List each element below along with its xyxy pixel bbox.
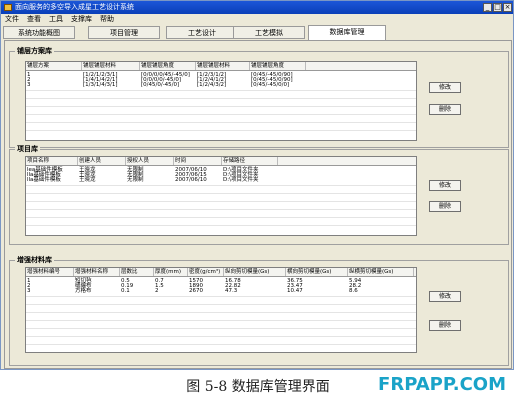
column-header[interactable]: 铺层铺层角度 bbox=[140, 62, 196, 70]
grid-line bbox=[26, 312, 416, 313]
grid-line bbox=[26, 114, 416, 115]
tab-project-management[interactable]: 项目管理 bbox=[88, 26, 160, 39]
material-table-header: 增强材料编号 增强材料名称 层数比 厚度(mm) 密度(g/cm³) 纵向剪切模… bbox=[26, 268, 416, 277]
material-delete-button[interactable]: 删除 bbox=[429, 320, 461, 331]
table-cell: 2 bbox=[155, 288, 159, 294]
grid-line bbox=[26, 217, 416, 218]
grid-line bbox=[26, 209, 416, 210]
table-cell: 2670 bbox=[189, 288, 203, 294]
menu-help[interactable]: 帮助 bbox=[100, 15, 114, 23]
column-header[interactable]: 密度(g/cm³) bbox=[188, 268, 224, 276]
close-button[interactable]: × bbox=[503, 3, 512, 12]
layup-table-header: 铺层方案 铺层铺层材料 铺层铺层角度 铺层铺层材料 铺层铺层角度 bbox=[26, 62, 416, 71]
table-row[interactable]: 3 [1/3/1/4/3/1] [0/45/0/-45/0] [1/2/4/3/… bbox=[26, 81, 416, 89]
project-group-title: 项目库 bbox=[15, 144, 40, 154]
menu-bar: 文件 查看 工具 支撑库 帮助 bbox=[1, 14, 513, 25]
minimize-button[interactable]: _ bbox=[483, 3, 492, 12]
grid-line bbox=[26, 328, 416, 329]
material-group-title: 增强材料库 bbox=[15, 255, 54, 265]
tab-process-design[interactable]: 工艺设计 bbox=[166, 26, 238, 39]
menu-file[interactable]: 文件 bbox=[5, 15, 19, 23]
column-header[interactable]: 铺层铺层材料 bbox=[196, 62, 250, 70]
column-header[interactable]: 铺层铺层角度 bbox=[250, 62, 306, 70]
table-cell: [0/45/0/-45/0] bbox=[141, 82, 180, 88]
column-header[interactable]: 厚度(mm) bbox=[154, 268, 188, 276]
grid-line bbox=[26, 90, 416, 91]
watermark: FRPAPP.COM bbox=[378, 374, 506, 395]
project-table[interactable]: 项目名称 创建人员 授权人员 时间 存储路径 lea基础件模板 王晓龙 无限制 … bbox=[25, 156, 417, 236]
grid-line bbox=[26, 122, 416, 123]
window-title: 面向服务的多空导入成星工艺设计系统 bbox=[15, 3, 134, 11]
grid-line bbox=[26, 98, 416, 99]
layup-delete-button[interactable]: 删除 bbox=[429, 104, 461, 115]
grid-line bbox=[26, 344, 416, 345]
table-cell: lla基础件模板 bbox=[27, 177, 61, 183]
table-cell: 方格布 bbox=[75, 288, 92, 294]
table-cell: [1/2/4/3/2] bbox=[197, 82, 227, 88]
table-cell: D:\项目文件夹 bbox=[223, 177, 259, 183]
column-header[interactable]: 横向剪切模量(Gs) bbox=[286, 268, 348, 276]
table-cell: 3 bbox=[27, 82, 31, 88]
menu-tools[interactable]: 工具 bbox=[49, 15, 63, 23]
layup-edit-button[interactable]: 修改 bbox=[429, 82, 461, 93]
table-cell: 0.1 bbox=[121, 288, 130, 294]
menu-view[interactable]: 查看 bbox=[27, 15, 41, 23]
table-cell: 王晓龙 bbox=[79, 177, 96, 183]
project-delete-button[interactable]: 删除 bbox=[429, 201, 461, 212]
title-bar: 面向服务的多空导入成星工艺设计系统 _ □ × bbox=[1, 1, 513, 14]
grid-line bbox=[26, 193, 416, 194]
table-cell: 2007/06/10 bbox=[175, 177, 207, 183]
grid-line bbox=[26, 185, 416, 186]
menu-support-library[interactable]: 支撑库 bbox=[71, 15, 92, 23]
table-row[interactable]: 3 方格布 0.1 2 2670 47.3 10.47 8.6 bbox=[26, 287, 416, 295]
column-header[interactable]: 项目名称 bbox=[26, 157, 78, 165]
column-header[interactable]: 层数比 bbox=[120, 268, 154, 276]
grid-line bbox=[26, 225, 416, 226]
table-cell: 3 bbox=[27, 288, 31, 294]
app-window: 面向服务的多空导入成星工艺设计系统 _ □ × 文件 查看 工具 支撑库 帮助 系统功能… bbox=[0, 0, 514, 370]
grid-line bbox=[26, 320, 416, 321]
grid-line bbox=[26, 296, 416, 297]
column-header[interactable]: 铺层铺层材料 bbox=[82, 62, 140, 70]
tab-database-management[interactable]: 数据库管理 bbox=[308, 25, 386, 40]
material-table[interactable]: 增强材料编号 增强材料名称 层数比 厚度(mm) 密度(g/cm³) 纵向剪切模… bbox=[25, 267, 417, 353]
grid-line bbox=[26, 106, 416, 107]
table-cell: 47.3 bbox=[225, 288, 238, 294]
column-header[interactable]: 创建人员 bbox=[78, 157, 126, 165]
table-cell: 8.6 bbox=[349, 288, 358, 294]
grid-line bbox=[26, 304, 416, 305]
layup-group-title: 铺层方案库 bbox=[15, 46, 54, 56]
table-cell: [1/3/1/4/3/1] bbox=[83, 82, 118, 88]
table-cell: 10.47 bbox=[287, 288, 303, 294]
tab-process-simulation[interactable]: 工艺模拟 bbox=[233, 26, 305, 39]
table-row[interactable]: lla基础件模板 王晓龙 无限制 2007/06/10 D:\项目文件夹 bbox=[26, 176, 416, 184]
column-header[interactable]: 授权人员 bbox=[126, 157, 174, 165]
project-edit-button[interactable]: 修改 bbox=[429, 180, 461, 191]
tab-strip: 系统功能概图 项目管理 工艺设计 工艺模拟 数据库管理 bbox=[3, 25, 513, 40]
column-header[interactable]: 存储路径 bbox=[222, 157, 278, 165]
column-header[interactable]: 铺层方案 bbox=[26, 62, 82, 70]
grid-line bbox=[26, 201, 416, 202]
app-icon bbox=[4, 4, 12, 11]
table-cell: 无限制 bbox=[127, 177, 144, 183]
database-panel: 铺层方案库 铺层方案 铺层铺层材料 铺层铺层角度 铺层铺层材料 铺层铺层角度 1… bbox=[4, 40, 512, 369]
column-header[interactable]: 纵向剪切模量(Gs) bbox=[224, 268, 286, 276]
column-header[interactable]: 增强材料名称 bbox=[74, 268, 120, 276]
project-table-header: 项目名称 创建人员 授权人员 时间 存储路径 bbox=[26, 157, 416, 166]
column-header[interactable]: 增强材料编号 bbox=[26, 268, 74, 276]
layup-table[interactable]: 铺层方案 铺层铺层材料 铺层铺层角度 铺层铺层材料 铺层铺层角度 1 [1/2/… bbox=[25, 61, 417, 141]
tab-system-overview[interactable]: 系统功能概图 bbox=[3, 26, 75, 39]
column-header[interactable]: 纵横剪切模量(Gs) bbox=[348, 268, 414, 276]
table-cell: [0/45/-45/0/0] bbox=[251, 82, 290, 88]
column-header[interactable]: 时间 bbox=[174, 157, 222, 165]
material-edit-button[interactable]: 修改 bbox=[429, 291, 461, 302]
grid-line bbox=[26, 130, 416, 131]
maximize-button[interactable]: □ bbox=[493, 3, 502, 12]
grid-line bbox=[26, 336, 416, 337]
